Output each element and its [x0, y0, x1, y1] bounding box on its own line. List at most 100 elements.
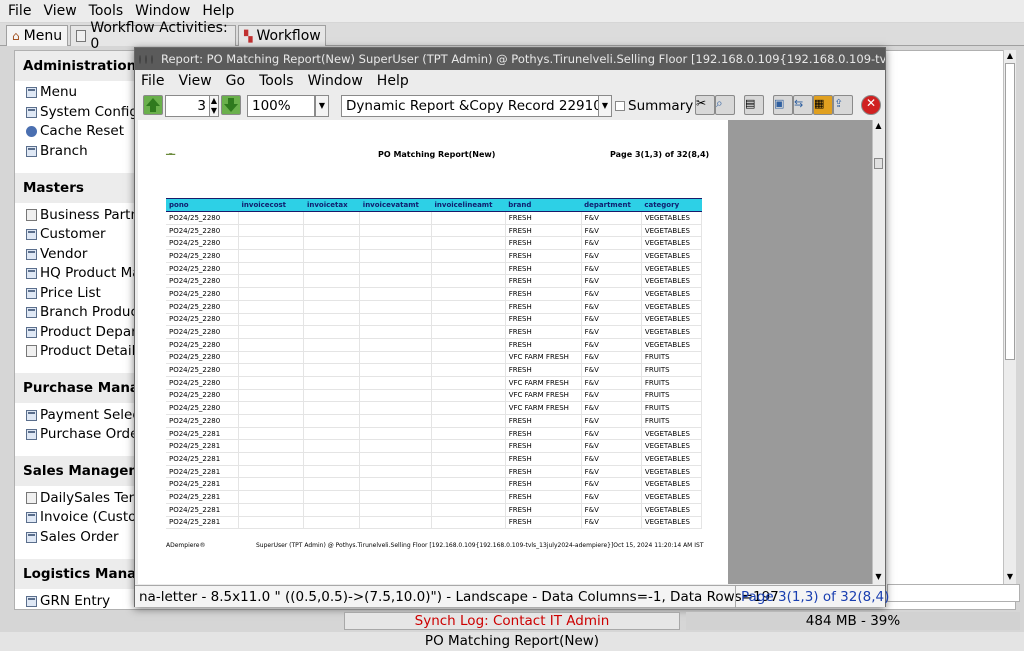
- table-cell: [238, 287, 305, 301]
- table-cell: [431, 427, 506, 441]
- send-button[interactable]: ⇪: [833, 95, 853, 115]
- scroll-up-icon[interactable]: ▲: [873, 120, 884, 132]
- send-icon: ⇪: [834, 97, 844, 110]
- report-table: pono invoicecost invoicetax invoicevatamt in…: [166, 198, 703, 530]
- menu-item-grn-entry[interactable]: GRN Entry: [26, 593, 110, 609]
- section-title-administration: Administration: [23, 58, 137, 74]
- menu-item-menu[interactable]: Menu: [26, 84, 77, 100]
- menu-help[interactable]: Help: [202, 3, 234, 19]
- synch-log-status[interactable]: Synch Log: Contact IT Admin: [344, 612, 680, 630]
- export-button[interactable]: ▦: [813, 95, 833, 115]
- table-cell: [303, 452, 361, 466]
- tab-menu[interactable]: ⌂ Menu: [6, 25, 68, 46]
- zoom-select[interactable]: 100%: [247, 95, 315, 117]
- table-cell: VEGETABLES: [641, 287, 703, 301]
- report-window-title: Report: PO Matching Report(New) SuperUse…: [161, 52, 885, 66]
- menu-item-branch[interactable]: Branch: [26, 143, 88, 159]
- table-cell: PO24/25_2280: [166, 274, 239, 289]
- menu-item-sales-order[interactable]: Sales Order: [26, 529, 119, 545]
- menu-file[interactable]: File: [8, 3, 31, 19]
- table-cell: FRESH: [505, 439, 582, 454]
- page-spinner[interactable]: ▲ ▼: [209, 95, 219, 117]
- table-cell: [238, 351, 305, 365]
- table-cell: [238, 452, 305, 466]
- report-menu-tools[interactable]: Tools: [259, 73, 294, 89]
- previous-page-button[interactable]: [143, 95, 163, 115]
- tab-workflow-activities[interactable]: Workflow Activities: 0: [70, 20, 236, 52]
- print-format-dropdown-icon[interactable]: ▼: [598, 95, 612, 117]
- scroll-down-icon[interactable]: ▼: [1004, 571, 1016, 583]
- minimize-window-icon[interactable]: [145, 54, 147, 64]
- drill-button[interactable]: ⇆: [793, 95, 813, 115]
- table-row: PO24/25_2280 FRESH F&V VEGETABLES: [166, 236, 703, 251]
- scroll-thumb[interactable]: [874, 158, 883, 169]
- table-cell: [431, 287, 506, 301]
- menu-window[interactable]: Window: [135, 3, 190, 19]
- print-button[interactable]: ▤: [744, 95, 764, 115]
- table-row: PO24/25_2281 FRESH F&V VEGETABLES: [166, 452, 703, 466]
- close-report-button[interactable]: ✕: [861, 95, 881, 115]
- table-cell: F&V: [581, 401, 642, 415]
- table-row: PO24/25_2281 FRESH F&V VEGETABLES: [166, 439, 703, 454]
- print-format-select[interactable]: Dynamic Report &Copy Record 2291032: [341, 95, 599, 117]
- report-vertical-scrollbar[interactable]: ▲ ▼: [872, 120, 884, 584]
- report-menu-file[interactable]: File: [141, 73, 164, 89]
- table-cell: FRESH: [505, 300, 582, 314]
- main-menubar: File View Tools Window Help: [0, 0, 1024, 22]
- table-row: PO24/25_2281 FRESH F&V VEGETABLES: [166, 490, 703, 504]
- scroll-down-icon[interactable]: ▼: [873, 571, 884, 583]
- menu-item-vendor[interactable]: Vendor: [26, 246, 87, 262]
- page-number-input[interactable]: 3: [165, 95, 211, 117]
- report-menu-help[interactable]: Help: [377, 73, 409, 89]
- summary-checkbox[interactable]: [615, 101, 625, 111]
- table-cell: FRUITS: [641, 376, 703, 390]
- menu-item-customer[interactable]: Customer: [26, 226, 106, 242]
- archive-button[interactable]: ▣: [773, 95, 793, 115]
- next-page-button[interactable]: [221, 95, 241, 115]
- menu-item-branch-product[interactable]: Branch Product: [26, 304, 143, 320]
- report-menu-window[interactable]: Window: [308, 73, 363, 89]
- table-cell: [359, 427, 432, 441]
- report-menu-go[interactable]: Go: [226, 73, 245, 89]
- menu-tools[interactable]: Tools: [89, 3, 124, 19]
- menu-item-price-list[interactable]: Price List: [26, 285, 101, 301]
- menu-scrollbar[interactable]: ▲ ▼: [1003, 50, 1016, 584]
- table-cell: PO24/25_2280: [166, 376, 239, 390]
- table-cell: [303, 414, 361, 428]
- table-cell: PO24/25_2280: [166, 249, 239, 263]
- column-header-brand: brand: [505, 198, 582, 212]
- page-format-status: na-letter - 8.5x11.0 " ((0.5,0.5)->(7.5,…: [139, 589, 779, 605]
- maximize-window-icon[interactable]: [151, 54, 153, 64]
- find-button[interactable]: ⌕: [715, 95, 735, 115]
- table-cell: F&V: [581, 477, 642, 492]
- table-cell: F&V: [581, 452, 642, 466]
- zoom-dropdown-icon[interactable]: ▼: [315, 95, 329, 117]
- menu-item-product-detail[interactable]: Product Detail: [26, 343, 135, 359]
- menu-item-cache-reset[interactable]: Cache Reset: [26, 123, 124, 139]
- column-header-category: category: [641, 198, 702, 212]
- table-cell: [431, 389, 506, 403]
- tab-workflow[interactable]: ▚ Workflow: [238, 25, 326, 46]
- table-cell: [303, 224, 361, 238]
- table-cell: [238, 516, 305, 530]
- table-cell: [238, 465, 305, 479]
- close-window-icon[interactable]: [139, 54, 141, 64]
- table-cell: VEGETABLES: [641, 249, 703, 263]
- menu-view[interactable]: View: [43, 3, 76, 19]
- table-cell: VEGETABLES: [641, 274, 703, 289]
- table-cell: VEGETABLES: [641, 211, 703, 225]
- table-cell: F&V: [581, 300, 642, 314]
- table-cell: F&V: [581, 249, 642, 263]
- menu-item-purchase-order[interactable]: Purchase Order: [26, 426, 144, 442]
- table-cell: PO24/25_2280: [166, 300, 239, 314]
- scroll-up-icon[interactable]: ▲: [1004, 50, 1016, 62]
- table-cell: [303, 351, 361, 365]
- report-menu-view[interactable]: View: [178, 73, 211, 89]
- table-cell: PO24/25_2280: [166, 351, 239, 365]
- customize-report-button[interactable]: ✂: [695, 95, 715, 115]
- table-row: PO24/25_2280 VFC FARM FRESH F&V FRUITS: [166, 376, 703, 390]
- table-cell: FRESH: [505, 287, 582, 301]
- table-cell: [303, 389, 361, 403]
- table-cell: [431, 325, 506, 339]
- scroll-thumb[interactable]: [1005, 63, 1015, 360]
